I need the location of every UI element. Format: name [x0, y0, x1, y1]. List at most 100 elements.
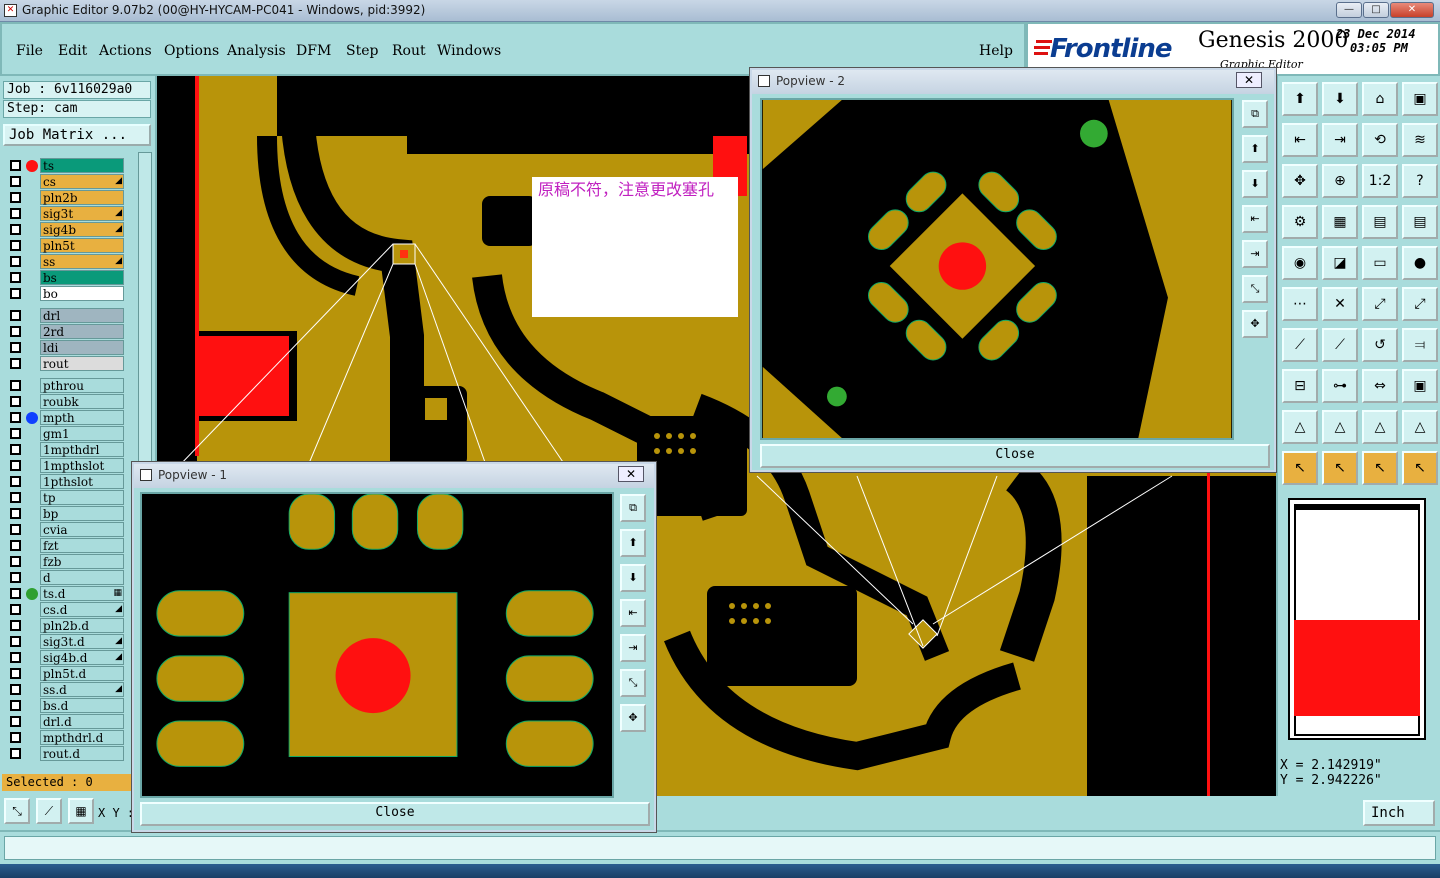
layer-checkbox[interactable]	[10, 256, 21, 267]
tool-button[interactable]: ▣	[1402, 369, 1438, 403]
layer-checkbox[interactable]	[10, 524, 21, 535]
layer-row[interactable]: ss.d ◢	[4, 682, 124, 697]
layer-name[interactable]: ts.d	[40, 586, 124, 601]
layer-row[interactable]: sig4b ◢	[4, 222, 124, 237]
tool-button[interactable]: ↺	[1362, 328, 1398, 362]
tool-button[interactable]: △	[1402, 410, 1438, 444]
tool-button[interactable]: ↖	[1322, 451, 1358, 485]
menu-help[interactable]: Help	[979, 43, 1013, 59]
menu-options[interactable]: Options	[164, 43, 219, 59]
layer-row[interactable]: bp	[4, 506, 124, 521]
layer-row[interactable]: drl.d	[4, 714, 124, 729]
layer-name[interactable]: pln5t	[40, 238, 124, 253]
layer-name[interactable]: 1mpthslot	[40, 458, 124, 473]
tool-button[interactable]: ▤	[1402, 205, 1438, 239]
layer-checkbox[interactable]	[10, 428, 21, 439]
layer-checkbox[interactable]	[10, 310, 21, 321]
layer-checkbox[interactable]	[10, 326, 21, 337]
grid-icon[interactable]: ▦	[68, 798, 94, 824]
tool-button[interactable]: ▣	[1402, 82, 1438, 116]
popview-fit-icon[interactable]: ⤡	[1242, 275, 1268, 303]
layer-checkbox[interactable]	[10, 444, 21, 455]
layer-checkbox[interactable]	[10, 208, 21, 219]
layer-checkbox[interactable]	[10, 176, 21, 187]
layer-checkbox[interactable]	[10, 412, 21, 423]
popview-2-canvas[interactable]	[760, 98, 1234, 440]
popview-2-close-button[interactable]: Close	[760, 444, 1270, 468]
menu-dfm[interactable]: DFM	[296, 43, 331, 59]
tool-button[interactable]: ≋	[1402, 123, 1438, 157]
layer-checkbox[interactable]	[10, 556, 21, 567]
layer-name[interactable]: gm1	[40, 426, 124, 441]
layer-row[interactable]: pthrou	[4, 378, 124, 393]
menu-rout[interactable]: Rout	[392, 43, 426, 59]
tool-button[interactable]: 1:2	[1362, 164, 1398, 198]
layer-checkbox[interactable]	[10, 652, 21, 663]
tool-button[interactable]: ⟲	[1362, 123, 1398, 157]
layer-name[interactable]: pthrou	[40, 378, 124, 393]
tool-button[interactable]: ✕	[1322, 287, 1358, 321]
layer-row[interactable]: rout	[4, 356, 124, 371]
layer-row[interactable]: mpth	[4, 410, 124, 425]
popview-1-close-button[interactable]: Close	[140, 802, 650, 826]
layer-checkbox[interactable]	[10, 748, 21, 759]
layer-name[interactable]: rout	[40, 356, 124, 371]
layer-checkbox[interactable]	[10, 668, 21, 679]
menu-actions[interactable]: Actions	[99, 43, 152, 59]
layer-row[interactable]: 1mpthdrl	[4, 442, 124, 457]
popview-up-icon[interactable]: ⬆	[1242, 135, 1268, 163]
tool-button[interactable]: ▭	[1362, 246, 1398, 280]
layer-row[interactable]: bo	[4, 286, 124, 301]
layer-row[interactable]: 1mpthslot	[4, 458, 124, 473]
popview-1-close-x[interactable]: ✕	[618, 466, 644, 482]
layer-checkbox[interactable]	[10, 684, 21, 695]
layer-checkbox[interactable]	[10, 342, 21, 353]
layer-checkbox[interactable]	[10, 508, 21, 519]
close-window-button[interactable]: ✕	[1390, 2, 1434, 18]
popview-right-icon[interactable]: ⇥	[620, 634, 646, 662]
layer-name[interactable]: bs.d	[40, 698, 124, 713]
popview-pan-icon[interactable]: ✥	[620, 704, 646, 732]
tool-button[interactable]: △	[1322, 410, 1358, 444]
layer-checkbox[interactable]	[10, 240, 21, 251]
layer-checkbox[interactable]	[10, 476, 21, 487]
popview-2-close-x[interactable]: ✕	[1236, 72, 1262, 88]
layer-checkbox[interactable]	[10, 396, 21, 407]
tool-button[interactable]: ⤢	[1362, 287, 1398, 321]
layer-name[interactable]: pln2b	[40, 190, 124, 205]
layer-row[interactable]: roubk	[4, 394, 124, 409]
layer-row[interactable]: pln2b	[4, 190, 124, 205]
layer-checkbox[interactable]	[10, 380, 21, 391]
popview-fit-icon[interactable]: ⤡	[620, 669, 646, 697]
popview-1-canvas[interactable]	[140, 492, 614, 798]
layer-name[interactable]: ts	[40, 158, 124, 173]
layer-name[interactable]: roubk	[40, 394, 124, 409]
layer-name[interactable]: bo	[40, 286, 124, 301]
layer-checkbox[interactable]	[10, 700, 21, 711]
layer-row[interactable]: drl	[4, 308, 124, 323]
tool-button[interactable]: ●	[1402, 246, 1438, 280]
layer-name[interactable]: cs.d	[40, 602, 124, 617]
layer-row[interactable]: mpthdrl.d	[4, 730, 124, 745]
layer-checkbox[interactable]	[10, 460, 21, 471]
popview-down-icon[interactable]: ⬇	[1242, 170, 1268, 198]
popview-up-icon[interactable]: ⬆	[620, 529, 646, 557]
layer-row[interactable]: ts.d ▦	[4, 586, 124, 601]
layer-name[interactable]: sig3t.d	[40, 634, 124, 649]
layer-row[interactable]: cs.d ◢	[4, 602, 124, 617]
layer-row[interactable]: rout.d	[4, 746, 124, 761]
layer-name[interactable]: pln2b.d	[40, 618, 124, 633]
layer-row[interactable]: ts	[4, 158, 124, 173]
tool-button[interactable]: ◪	[1322, 246, 1358, 280]
tool-button[interactable]: ⊟	[1282, 369, 1318, 403]
layer-row[interactable]: pln2b.d	[4, 618, 124, 633]
layer-name[interactable]: ss.d	[40, 682, 124, 697]
layer-name[interactable]: 1mpthdrl	[40, 442, 124, 457]
menu-edit[interactable]: Edit	[58, 43, 87, 59]
tool-button[interactable]: ⇥	[1322, 123, 1358, 157]
tool-button[interactable]: ⚙	[1282, 205, 1318, 239]
tool-button[interactable]: ⬇	[1322, 82, 1358, 116]
layer-row[interactable]: gm1	[4, 426, 124, 441]
tool-button[interactable]: ▦	[1322, 205, 1358, 239]
layer-checkbox[interactable]	[10, 604, 21, 615]
